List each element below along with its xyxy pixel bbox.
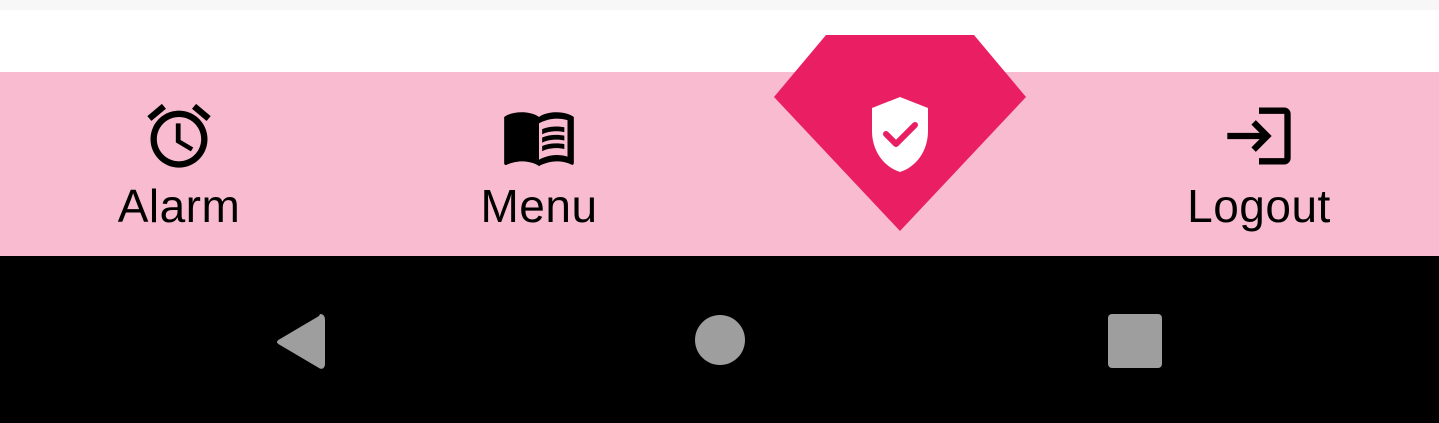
back-button[interactable] — [270, 312, 330, 372]
app-screen: Alarm Menu Logout — [0, 0, 1439, 423]
nav-label-alarm: Alarm — [117, 180, 241, 232]
login-arrow-icon — [1219, 98, 1299, 174]
nav-label-logout: Logout — [1187, 180, 1331, 232]
center-action-button[interactable] — [774, 35, 1026, 231]
nav-item-alarm[interactable]: Alarm — [79, 72, 279, 256]
home-icon — [695, 315, 745, 365]
content-area — [0, 10, 1439, 72]
recents-button[interactable] — [1106, 312, 1164, 370]
status-strip — [0, 0, 1439, 10]
bottom-navigation-bar: Alarm Menu Logout — [0, 72, 1439, 256]
nav-item-menu[interactable]: Menu — [439, 72, 639, 256]
nav-item-logout[interactable]: Logout — [1159, 72, 1359, 256]
home-button[interactable] — [692, 312, 748, 368]
system-navigation-bar — [0, 256, 1439, 423]
alarm-clock-icon — [139, 98, 219, 174]
back-icon — [277, 314, 325, 369]
recents-icon — [1108, 314, 1162, 368]
open-book-icon — [499, 98, 579, 174]
nav-label-menu: Menu — [480, 180, 598, 232]
